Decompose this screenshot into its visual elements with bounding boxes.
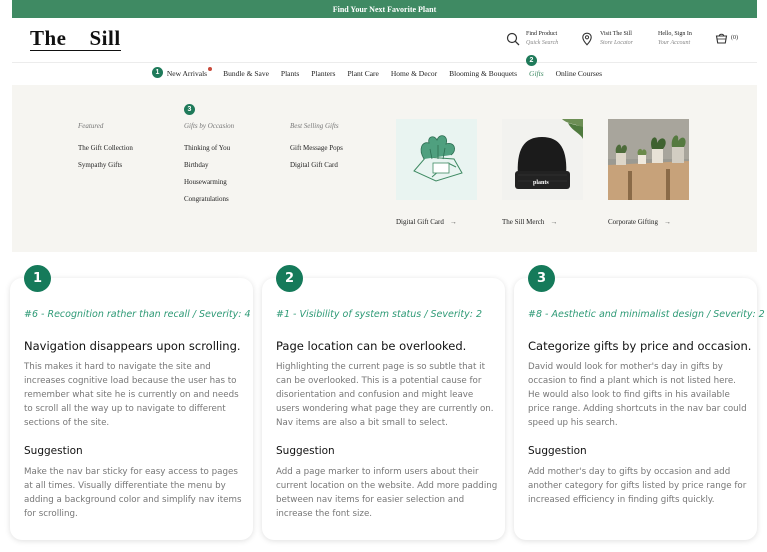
heuristic-card-3: 3 #8 - Aesthetic and minimalist design /… (514, 265, 765, 540)
link-thinking-of-you[interactable]: Thinking of You (184, 144, 234, 152)
arrow-right-icon: → (449, 218, 457, 226)
visit-store-button[interactable]: Visit The Sill Store Locator (580, 30, 633, 48)
cart-icon (715, 33, 728, 44)
nav-planters[interactable]: Planters (311, 69, 335, 78)
account-label: Hello, Sign In (658, 31, 692, 37)
nav-new-arrivals[interactable]: New Arrivals (166, 67, 213, 78)
gift-card-illustration (396, 119, 477, 200)
card-heuristic: #6 - Recognition rather than recall / Se… (24, 309, 251, 320)
featured-heading: Featured (78, 122, 104, 130)
link-digital-gift-card[interactable]: Digital Gift Card (290, 161, 343, 169)
featured-column: Featured The Gift Collection Sympathy Gi… (78, 122, 133, 178)
card-heuristic: #1 - Visibility of system status / Sever… (276, 309, 482, 320)
card-number-badge: 3 (528, 265, 555, 292)
corporate-gifting-photo (608, 119, 689, 200)
card-suggestion: Make the nav bar sticky for easy access … (24, 467, 242, 519)
tile-gift-card-caption: Digital Gift Card (396, 218, 444, 226)
card-suggestion: Add mother's day to gifts by occasion an… (528, 467, 747, 505)
tile-corporate-caption: Corporate Gifting (608, 218, 658, 226)
link-gift-message-pops[interactable]: Gift Message Pops (290, 144, 343, 152)
link-congratulations[interactable]: Congratulations (184, 195, 234, 203)
visit-store-sub: Store Locator (600, 40, 633, 46)
nav-plant-care[interactable]: Plant Care (347, 69, 378, 78)
location-pin-icon (582, 32, 592, 46)
link-birthday[interactable]: Birthday (184, 161, 234, 169)
annotation-marker-1: 1 (152, 67, 163, 78)
site-header: The Sill Find Product Quick Search Visit… (12, 18, 757, 63)
search-icon (506, 32, 520, 46)
nav-plants[interactable]: Plants (281, 69, 299, 78)
visit-store-label: Visit The Sill (600, 31, 632, 37)
nav-gifts[interactable]: Gifts (529, 69, 544, 78)
annotation-marker-2: 2 (526, 55, 537, 66)
card-heuristic: #8 - Aesthetic and minimalist design / S… (528, 309, 765, 320)
card-description: This makes it hard to navigate the site … (24, 362, 239, 428)
find-product-button[interactable]: Find Product Quick Search (506, 30, 558, 48)
arrow-right-icon: → (550, 218, 558, 226)
card-suggestion-title: Suggestion (24, 445, 83, 457)
tile-digital-gift-card[interactable]: Digital Gift Card → (396, 119, 477, 226)
arrow-right-icon: → (663, 218, 671, 226)
card-suggestion: Add a page marker to inform users about … (276, 467, 498, 519)
nav-new-arrivals-label: New Arrivals (166, 69, 208, 78)
card-suggestion-title: Suggestion (276, 445, 335, 457)
nav-online-courses[interactable]: Online Courses (556, 69, 602, 78)
best-selling-heading: Best Selling Gifts (290, 122, 339, 130)
gifts-mega-menu: Featured The Gift Collection Sympathy Gi… (12, 85, 757, 252)
main-nav: New Arrivals Bundle & Save Plants Plante… (12, 63, 757, 84)
cart-count: (0) (731, 35, 738, 41)
occasion-column: Gifts by Occasion Thinking of You Birthd… (184, 122, 234, 212)
beanie-photo: plants (502, 119, 583, 200)
heuristic-card-2: 2 #1 - Visibility of system status / Sev… (262, 265, 505, 540)
link-gift-collection[interactable]: The Gift Collection (78, 144, 133, 152)
new-indicator-dot (208, 67, 213, 71)
find-product-sub: Quick Search (526, 40, 559, 46)
find-product-label: Find Product (526, 31, 558, 37)
beanie-label: plants (533, 180, 549, 186)
tile-corporate-gifting[interactable]: Corporate Gifting → (608, 119, 689, 226)
card-title: Categorize gifts by price and occasion. (528, 339, 752, 353)
nav-home-decor[interactable]: Home & Decor (391, 69, 437, 78)
site-logo[interactable]: The Sill (30, 27, 121, 51)
card-title: Page location can be overlooked. (276, 339, 467, 353)
cart-button[interactable]: (0) (715, 32, 738, 44)
account-sub: Your Account (658, 40, 691, 46)
best-selling-column: Best Selling Gifts Gift Message Pops Dig… (290, 122, 343, 178)
heuristic-card-1: 1 #6 - Recognition rather than recall / … (10, 265, 253, 540)
account-button[interactable]: Hello, Sign In Your Account (658, 30, 692, 48)
card-number-badge: 1 (24, 265, 51, 292)
link-housewarming[interactable]: Housewarming (184, 178, 234, 186)
tile-sill-merch[interactable]: plants The Sill Merch → (502, 119, 583, 226)
promo-banner[interactable]: Find Your Next Favorite Plant (12, 0, 757, 18)
card-description: David would look for mother's day in gif… (528, 362, 747, 428)
promo-banner-text: Find Your Next Favorite Plant (332, 4, 437, 14)
card-number-badge: 2 (276, 265, 303, 292)
card-description: Highlighting the current page is so subt… (276, 362, 494, 428)
card-title: Navigation disappears upon scrolling. (24, 339, 241, 353)
occasion-heading: Gifts by Occasion (184, 122, 235, 130)
card-suggestion-title: Suggestion (528, 445, 587, 457)
tile-merch-caption: The Sill Merch (502, 218, 545, 226)
link-sympathy-gifts[interactable]: Sympathy Gifts (78, 161, 133, 169)
nav-bundle-save[interactable]: Bundle & Save (223, 69, 269, 78)
annotation-marker-3: 3 (184, 104, 195, 115)
nav-blooming-bouquets[interactable]: Blooming & Bouquets (449, 69, 517, 78)
